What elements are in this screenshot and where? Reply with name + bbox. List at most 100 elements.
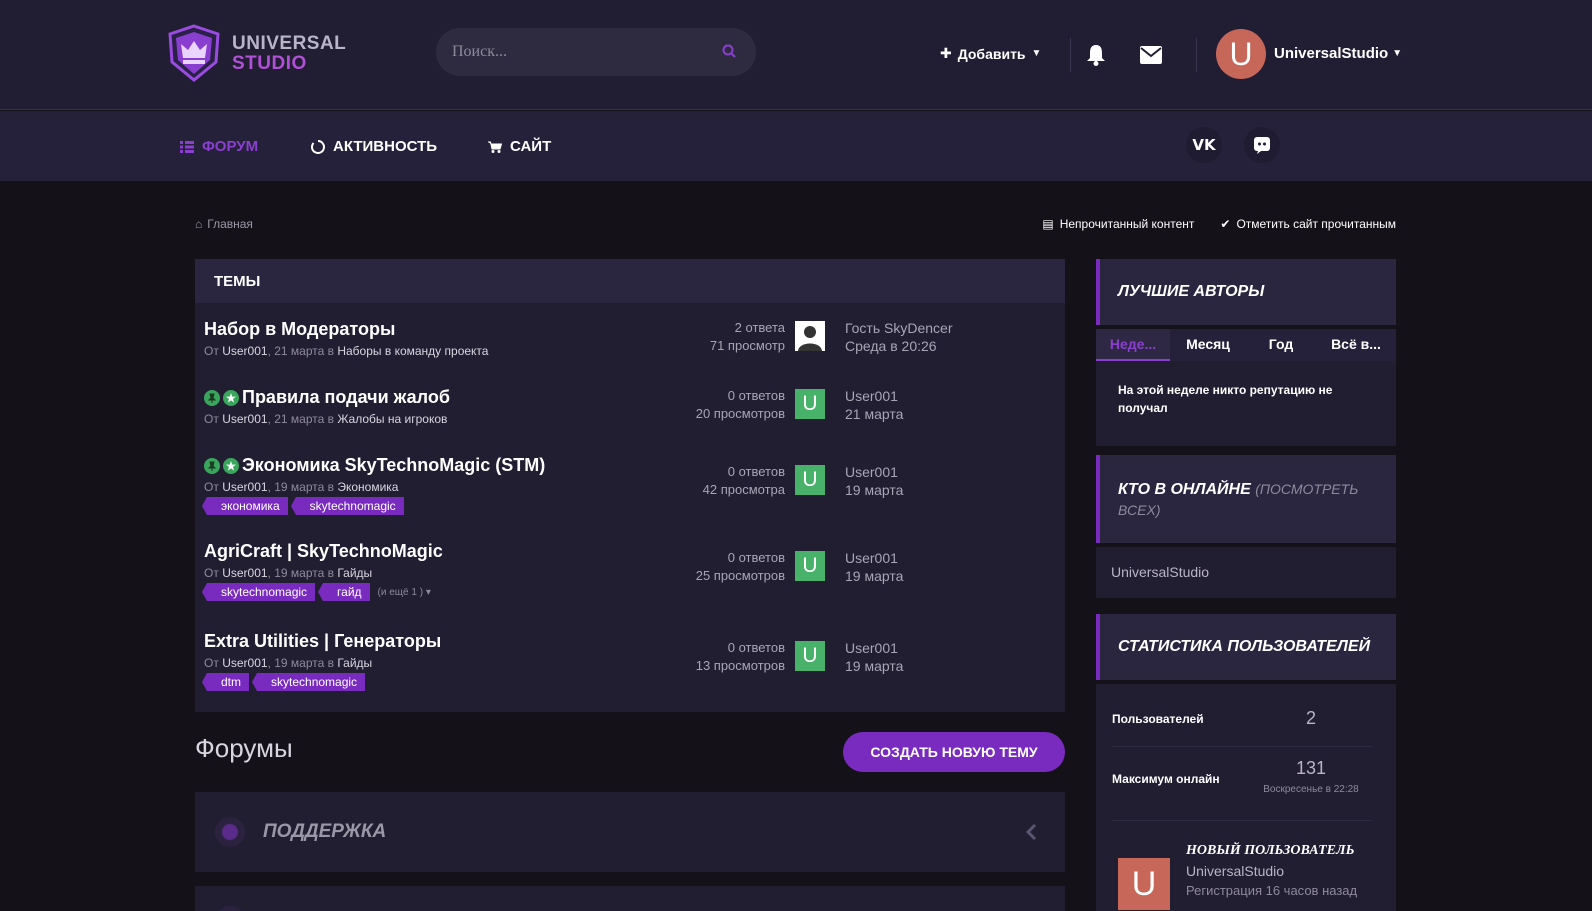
- topic-views: 42 просмотра: [702, 482, 785, 497]
- search-box: [436, 28, 756, 76]
- topic-author[interactable]: User001: [222, 480, 267, 494]
- last-post-date[interactable]: 21 марта: [845, 405, 903, 423]
- users-count-value: 2: [1305, 708, 1316, 728]
- add-label: Добавить: [957, 45, 1026, 62]
- topic-author[interactable]: User001: [222, 656, 267, 670]
- topic-stats: 0 ответов 25 просмотров: [645, 549, 785, 585]
- nav-forum-label: ФОРУМ: [202, 138, 259, 155]
- mark-read-link[interactable]: ✔ Отметить сайт прочитанным: [1220, 217, 1396, 231]
- tag[interactable]: экономика: [202, 497, 288, 515]
- list-icon: [180, 140, 194, 153]
- site-logo[interactable]: UNIVERSAL STUDIO: [166, 24, 356, 88]
- new-user-name[interactable]: UniversalStudio: [1186, 863, 1284, 879]
- online-user[interactable]: UniversalStudio: [1096, 547, 1396, 598]
- topic-forum[interactable]: Гайды: [337, 656, 372, 670]
- topic-title[interactable]: Набор в Модераторы: [204, 319, 395, 340]
- last-poster[interactable]: User001: [845, 639, 903, 657]
- breadcrumb[interactable]: ⌂ Главная: [195, 217, 253, 231]
- bell-icon[interactable]: [1086, 44, 1106, 66]
- user-avatar[interactable]: U: [1216, 29, 1266, 79]
- user-menu[interactable]: UniversalStudio ▼: [1274, 45, 1402, 62]
- last-poster-avatar[interactable]: U: [795, 641, 825, 671]
- caret-down-icon: ▼: [1031, 48, 1042, 59]
- topic-stats: 0 ответов 42 просмотра: [645, 463, 785, 499]
- max-online-label: Максимум онлайн: [1112, 772, 1220, 786]
- topic-forum[interactable]: Жалобы на игроков: [337, 412, 447, 426]
- tab-month[interactable]: Месяц: [1170, 329, 1246, 361]
- topic-title[interactable]: Экономика SkyTechnoMagic (STM): [204, 455, 545, 476]
- pin-icon: [204, 457, 220, 474]
- topic-replies: 2 ответа: [734, 320, 785, 335]
- topic-last-post: User001 19 марта: [845, 639, 903, 675]
- topic-author[interactable]: User001: [222, 412, 267, 426]
- topic-author[interactable]: User001: [222, 344, 267, 358]
- check-icon: ✔: [1220, 217, 1231, 231]
- add-button[interactable]: ✚ Добавить ▼: [940, 45, 1041, 62]
- topic-views: 13 просмотров: [695, 658, 785, 673]
- last-post-date[interactable]: 19 марта: [845, 481, 903, 499]
- top-authors-body: Неде... Месяц Год Всё в... На этой недел…: [1096, 329, 1396, 446]
- topic-author[interactable]: User001: [222, 566, 267, 580]
- unread-content-link[interactable]: ▤ Непрочитанный контент: [1042, 217, 1194, 231]
- new-user-registered: Регистрация 16 часов назад: [1186, 883, 1358, 898]
- breadcrumb-home: Главная: [207, 217, 253, 231]
- forum-category[interactable]: [195, 886, 1065, 911]
- cart-icon: [488, 141, 502, 153]
- topic-forum[interactable]: Наборы в команду проекта: [337, 344, 488, 358]
- nav-site[interactable]: САЙТ: [488, 138, 551, 155]
- topic-meta: От User001, 19 марта в Экономика: [204, 480, 399, 494]
- topic-title[interactable]: Правила подачи жалоб: [204, 387, 450, 408]
- last-poster-avatar[interactable]: U: [795, 551, 825, 581]
- mark-read-label: Отметить сайт прочитанным: [1236, 217, 1396, 231]
- last-poster[interactable]: User001: [845, 387, 903, 405]
- user-stats-body: Пользователей 2 Максимум онлайн 131 Воск…: [1096, 684, 1396, 911]
- nav-forum[interactable]: ФОРУМ: [180, 138, 258, 155]
- last-poster[interactable]: User001: [845, 463, 903, 481]
- topic-forum[interactable]: Гайды: [337, 566, 372, 580]
- more-tags-toggle[interactable]: (и ещё 1 ) ▾: [378, 587, 431, 598]
- chevron-left-icon[interactable]: [1025, 823, 1037, 841]
- last-poster[interactable]: Гость SkyDencer: [845, 319, 953, 337]
- tab-year[interactable]: Год: [1246, 329, 1316, 361]
- online-title-text: КТО В ОНЛАЙНЕ: [1118, 481, 1251, 498]
- nav-activity[interactable]: АКТИВНОСТЬ: [311, 138, 437, 155]
- topic-replies: 0 ответов: [727, 550, 785, 565]
- tag[interactable]: skytechnomagic: [201, 583, 316, 601]
- mail-icon[interactable]: [1140, 46, 1162, 64]
- max-online-value: 131: [1295, 758, 1327, 778]
- last-post-date[interactable]: Среда в 20:26: [845, 337, 953, 355]
- topic-title[interactable]: Extra Utilities | Генераторы: [204, 631, 441, 652]
- last-post-date[interactable]: 19 марта: [845, 657, 903, 675]
- last-poster-avatar[interactable]: U: [795, 465, 825, 495]
- new-user-avatar[interactable]: U: [1118, 858, 1170, 910]
- last-post-date[interactable]: 19 марта: [845, 567, 903, 585]
- search-input[interactable]: [452, 40, 702, 64]
- tag[interactable]: гайд: [318, 583, 370, 601]
- crown-shield-icon: [168, 24, 220, 82]
- search-icon[interactable]: [722, 44, 736, 58]
- online-title: КТО В ОНЛАЙНЕ (ПОСМОТРЕТЬ ВСЕХ): [1096, 455, 1396, 543]
- tab-all-time[interactable]: Всё в...: [1316, 329, 1396, 361]
- breadcrumb-actions: ▤ Непрочитанный контент ✔ Отметить сайт …: [1042, 217, 1396, 231]
- vk-link[interactable]: VK: [1186, 127, 1222, 163]
- topic-views: 71 просмотр: [709, 338, 785, 353]
- discord-link[interactable]: [1244, 127, 1280, 163]
- tab-week[interactable]: Неде...: [1096, 329, 1170, 361]
- header-divider: [1196, 38, 1197, 72]
- tag[interactable]: skytechnomagic: [290, 497, 404, 515]
- topic-title[interactable]: AgriCraft | SkyTechnoMagic: [204, 541, 443, 562]
- forum-category-name[interactable]: ПОДДЕРЖКА: [263, 821, 386, 843]
- tag[interactable]: dtm: [201, 673, 250, 691]
- forum-status-icon: [215, 817, 245, 847]
- user-silhouette-icon: [795, 321, 825, 351]
- last-poster[interactable]: User001: [845, 549, 903, 567]
- topic-stats: 2 ответа 71 просмотр: [645, 319, 785, 355]
- forums-heading: Форумы: [195, 733, 293, 763]
- create-topic-button[interactable]: СОЗДАТЬ НОВУЮ ТЕМУ: [843, 732, 1065, 772]
- guest-avatar: [795, 321, 825, 351]
- stats-divider: [1112, 746, 1372, 747]
- tag[interactable]: skytechnomagic: [252, 673, 366, 691]
- topic-forum[interactable]: Экономика: [337, 480, 398, 494]
- last-poster-avatar[interactable]: U: [795, 389, 825, 419]
- forum-category[interactable]: ПОДДЕРЖКА: [195, 792, 1065, 872]
